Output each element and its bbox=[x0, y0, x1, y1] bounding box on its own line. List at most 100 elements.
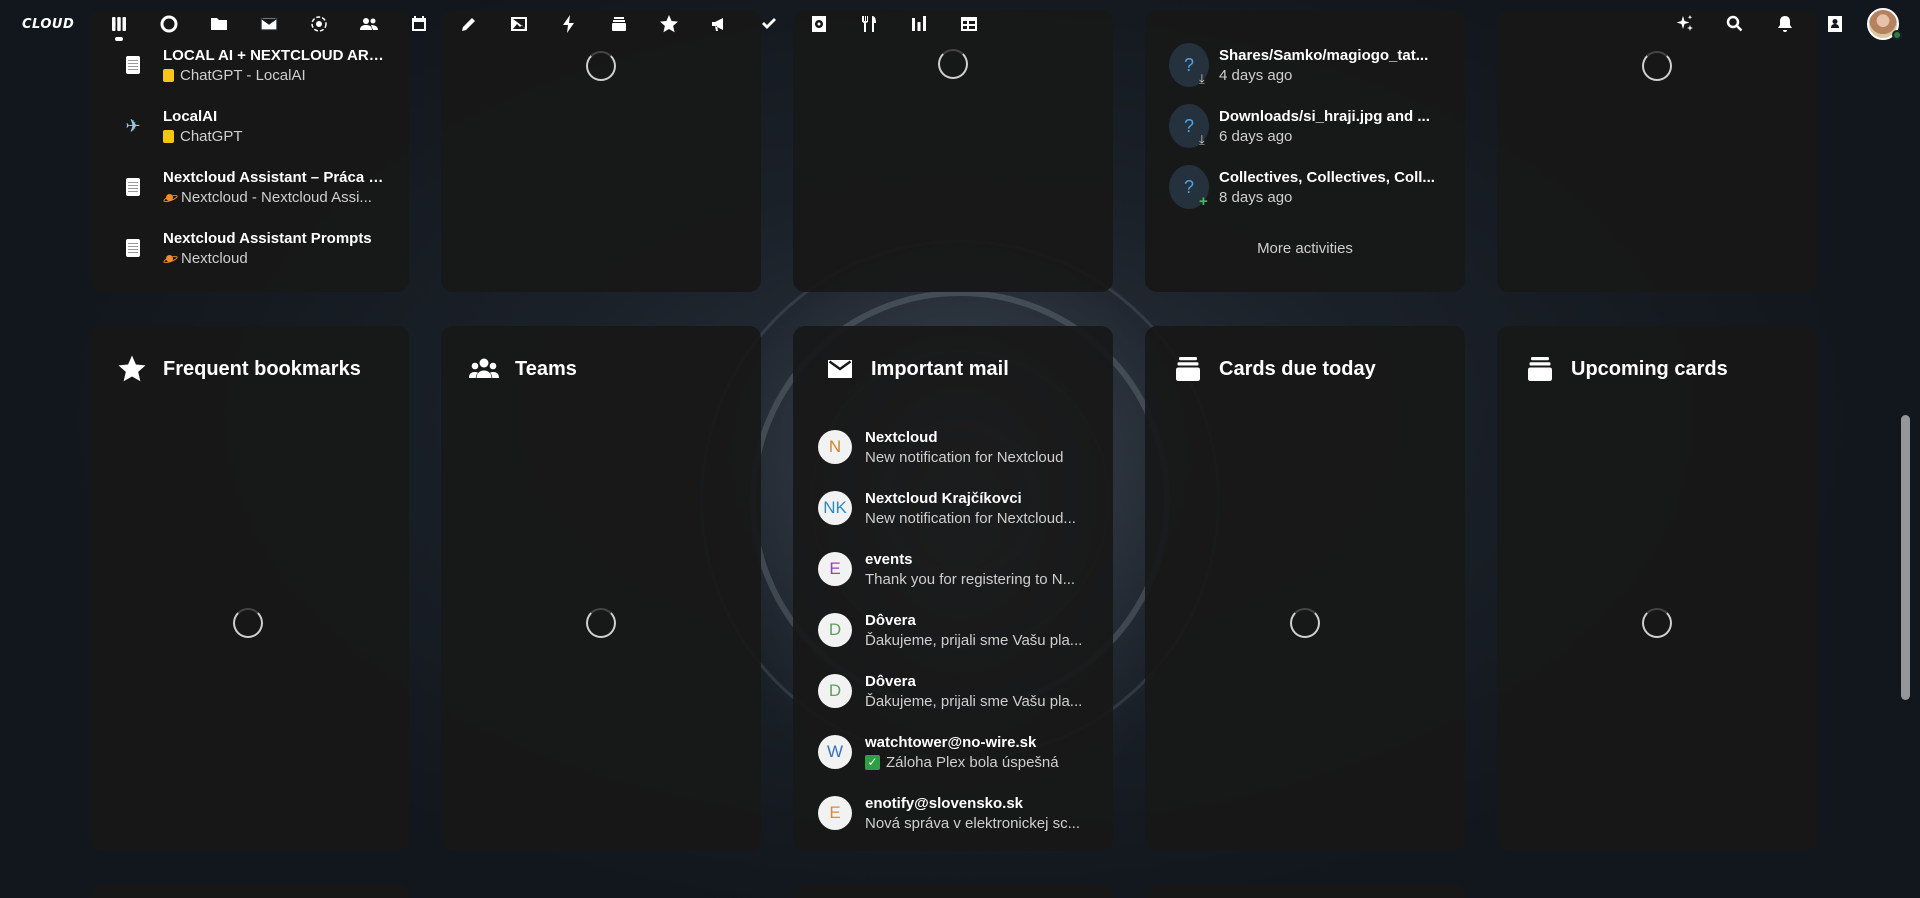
notifications-button[interactable] bbox=[1760, 0, 1810, 48]
unknown-file-icon: ? ⤓ bbox=[1169, 104, 1209, 148]
mail-sender: events bbox=[865, 550, 913, 568]
search-button[interactable] bbox=[1710, 0, 1760, 48]
item-subtitle: Nextcloud bbox=[181, 249, 248, 267]
loading-spinner bbox=[1290, 608, 1320, 638]
bell-icon bbox=[1778, 16, 1792, 32]
mail-icon bbox=[828, 360, 852, 378]
mail-icon bbox=[260, 17, 278, 31]
deck-icon bbox=[612, 17, 626, 31]
loading-spinner bbox=[586, 608, 616, 638]
app-navigation bbox=[94, 0, 994, 48]
widget-row3-3 bbox=[793, 884, 1113, 898]
sender-avatar: D bbox=[818, 674, 852, 708]
app-calendar[interactable] bbox=[394, 0, 444, 48]
widget-header: Upcoming cards bbox=[1525, 354, 1728, 384]
top-header: CLOUD bbox=[0, 0, 1920, 48]
deck-icon bbox=[1528, 357, 1552, 381]
mail-item[interactable]: NK Nextcloud Krajčíkovci New notification … bbox=[815, 483, 1093, 533]
dashboard-icon bbox=[112, 17, 126, 31]
download-icon: ⤓ bbox=[1199, 71, 1205, 86]
lightning-icon bbox=[563, 15, 574, 33]
mail-subject: New notification for Nextcloud... bbox=[865, 509, 1076, 527]
widget-header: Important mail bbox=[825, 354, 1009, 384]
logo[interactable]: CLOUD bbox=[22, 17, 74, 32]
online-status-indicator bbox=[1892, 30, 1902, 40]
activity-time: 8 days ago bbox=[1219, 188, 1293, 206]
activity-item[interactable]: ? ⤓ Downloads/si_hraji.jpg and ... 6 days… bbox=[1169, 101, 1445, 151]
assistant-button[interactable] bbox=[1660, 0, 1710, 48]
app-bookmarks[interactable] bbox=[644, 0, 694, 48]
loading-spinner bbox=[233, 608, 263, 638]
notebook-icon bbox=[163, 129, 174, 143]
app-cookbook[interactable] bbox=[844, 0, 894, 48]
activity-title: Shares/Samko/magiogo_tat... bbox=[1219, 46, 1429, 64]
app-deck[interactable] bbox=[594, 0, 644, 48]
mail-item[interactable]: Wwatchtower@no-wire.sk ✓ Záloha Plex bola … bbox=[815, 727, 1093, 777]
widget-row3-1 bbox=[89, 884, 409, 898]
unknown-file-icon: ? ⤓ bbox=[1169, 43, 1209, 87]
list-item[interactable]: Nextcloud Assistant – Práca s ... Nextcl… bbox=[113, 162, 389, 212]
megaphone-icon bbox=[712, 18, 723, 31]
folder-icon bbox=[211, 18, 227, 30]
widget-title: Cards due today bbox=[1219, 357, 1376, 380]
widget-top-3 bbox=[793, 10, 1113, 292]
calendar-icon bbox=[412, 16, 426, 31]
mail-item[interactable]: D Dôvera Ďakujeme, prijali sme Vašu pla... bbox=[815, 605, 1093, 655]
app-photos[interactable] bbox=[494, 0, 544, 48]
app-passwords[interactable] bbox=[794, 0, 844, 48]
activity-title: Collectives, Collectives, Coll... bbox=[1219, 168, 1435, 186]
circles-icon bbox=[311, 16, 327, 32]
app-activity[interactable] bbox=[144, 0, 194, 48]
app-tasks[interactable] bbox=[744, 0, 794, 48]
item-title: LocalAI bbox=[163, 107, 218, 125]
unknown-file-icon: ? + bbox=[1169, 165, 1209, 210]
download-icon: ⤓ bbox=[1199, 132, 1205, 147]
app-mail[interactable] bbox=[244, 0, 294, 48]
widget-title: Important mail bbox=[871, 357, 1009, 380]
app-notes[interactable] bbox=[444, 0, 494, 48]
mail-sender: Nextcloud Krajčíkovci bbox=[865, 489, 1022, 507]
mail-item[interactable]: N Nextcloud New notification for Nextcloud bbox=[815, 422, 1093, 472]
mail-subject: New notification for Nextcloud bbox=[865, 448, 1064, 466]
loading-spinner bbox=[1642, 608, 1672, 638]
mail-item[interactable]: Eenotify@slovensko.sk Nová správa v elekt… bbox=[815, 788, 1093, 838]
page-scrollbar[interactable] bbox=[1901, 415, 1910, 700]
app-contacts[interactable] bbox=[344, 0, 394, 48]
app-circles[interactable] bbox=[294, 0, 344, 48]
mail-subject: Záloha Plex bola úspešná bbox=[886, 753, 1059, 771]
app-dashboard[interactable] bbox=[94, 0, 144, 48]
deck-icon bbox=[1176, 357, 1200, 381]
app-flow[interactable] bbox=[544, 0, 594, 48]
activity-time: 4 days ago bbox=[1219, 66, 1293, 84]
contacts-menu-button[interactable] bbox=[1810, 0, 1860, 48]
mail-item[interactable]: Eevents Thank you for registering to N... bbox=[815, 544, 1093, 594]
teams-widget: Teams bbox=[441, 326, 761, 851]
note-icon bbox=[126, 178, 140, 196]
app-analytics[interactable] bbox=[894, 0, 944, 48]
sender-avatar: W bbox=[818, 735, 852, 769]
app-announcements[interactable] bbox=[694, 0, 744, 48]
list-item[interactable]: ✈ LocalAI ChatGPT bbox=[113, 101, 389, 151]
list-item[interactable]: Nextcloud Assistant Prompts Nextcloud bbox=[113, 223, 389, 273]
app-files[interactable] bbox=[194, 0, 244, 48]
item-subtitle: Nextcloud - Nextcloud Assi... bbox=[181, 188, 372, 206]
header-right bbox=[1660, 0, 1906, 48]
loading-spinner bbox=[938, 49, 968, 79]
mail-sender: watchtower@no-wire.sk bbox=[865, 733, 1037, 751]
user-menu[interactable] bbox=[1860, 0, 1906, 48]
app-tables[interactable] bbox=[944, 0, 994, 48]
teams-icon bbox=[469, 358, 499, 378]
widget-header: Frequent bookmarks bbox=[117, 354, 361, 384]
search-icon bbox=[1726, 15, 1743, 32]
activity-item[interactable]: ? + Collectives, Collectives, Coll... 8 d… bbox=[1169, 162, 1445, 212]
more-activities-link[interactable]: More activities bbox=[1145, 240, 1465, 257]
sender-avatar: D bbox=[818, 613, 852, 647]
important-mail-widget: Important mail N Nextcloud New notificatio… bbox=[793, 326, 1113, 851]
widget-top-2 bbox=[441, 10, 761, 292]
widget-header: Cards due today bbox=[1173, 354, 1376, 384]
vault-icon bbox=[812, 16, 826, 32]
mail-item[interactable]: D Dôvera Ďakujeme, prijali sme Vašu pla... bbox=[815, 666, 1093, 716]
sender-avatar: N bbox=[818, 430, 852, 464]
bar-chart-icon bbox=[912, 16, 926, 31]
mail-sender: Nextcloud bbox=[865, 428, 938, 446]
